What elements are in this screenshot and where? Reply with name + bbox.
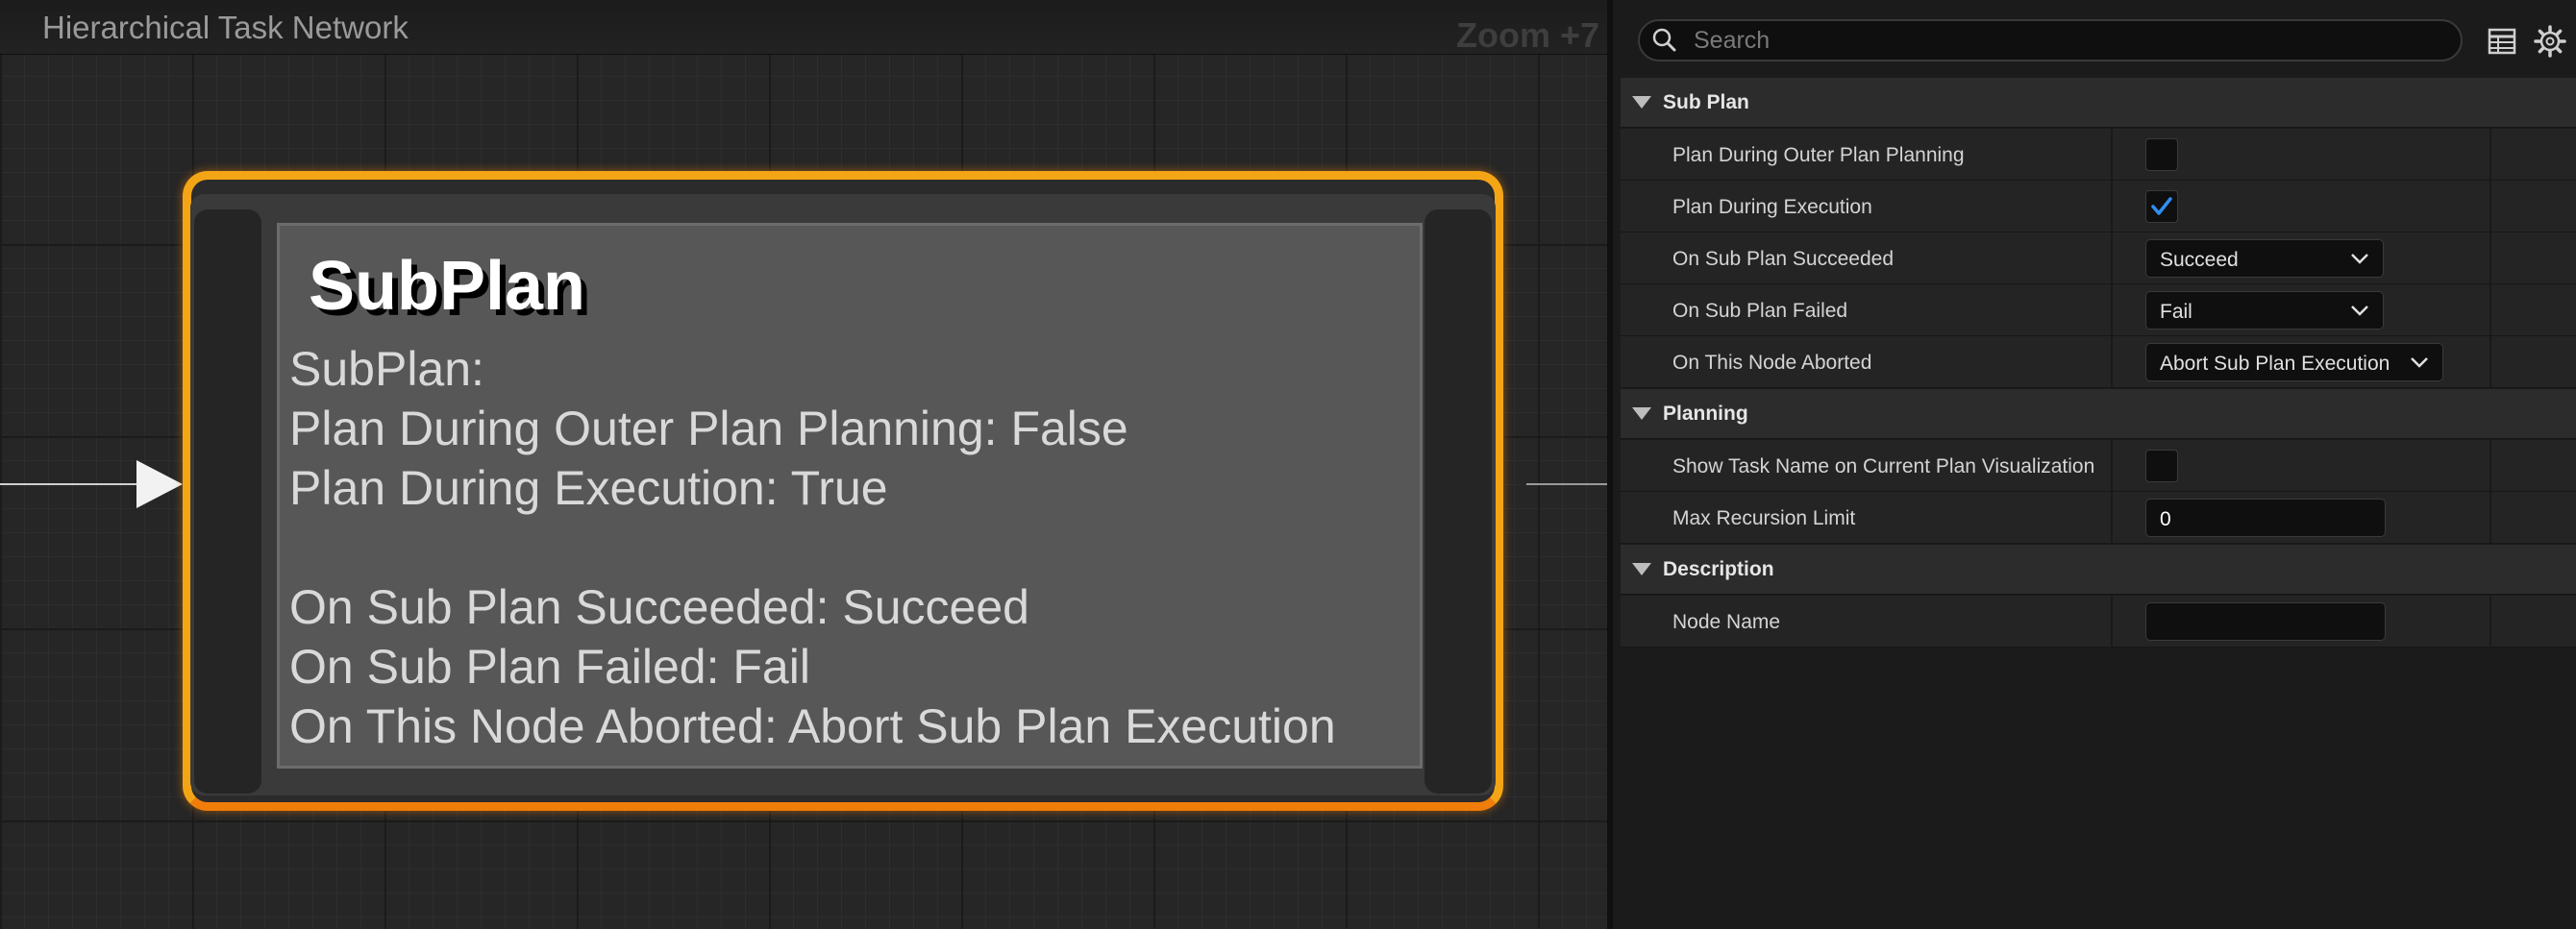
property-label: Node Name — [1672, 611, 1781, 633]
zoom-level-label: Zoom +7 — [1455, 15, 1599, 55]
max-recursion-limit-input[interactable]: 0 — [2145, 499, 2386, 537]
column-splitter — [2489, 232, 2491, 283]
gear-icon[interactable] — [2532, 23, 2568, 60]
dropdown-value: Abort Sub Plan Execution — [2160, 353, 2390, 375]
plan-during-outer-plan-planning-checkbox[interactable] — [2145, 138, 2178, 171]
property-on-sub-plan-failed: On Sub Plan Failed Fail — [1621, 284, 2576, 336]
input-pin-column[interactable] — [194, 209, 261, 794]
property-label: Plan During Execution — [1672, 196, 1872, 218]
plan-during-execution-checkbox[interactable] — [2145, 190, 2178, 223]
property-plan-during-outer-plan-planning: Plan During Outer Plan Planning — [1621, 129, 2576, 181]
node-line-execution: Plan During Execution: True — [289, 461, 888, 515]
column-splitter[interactable] — [2111, 492, 2113, 543]
collapse-arrow-icon[interactable] — [1632, 407, 1651, 420]
category-description[interactable]: Description — [1621, 545, 2576, 595]
property-label: Max Recursion Limit — [1672, 507, 1856, 529]
column-splitter — [2489, 129, 2491, 180]
chevron-down-icon — [2411, 357, 2428, 368]
column-splitter[interactable] — [2111, 284, 2113, 335]
show-task-name-checkbox[interactable] — [2145, 450, 2178, 482]
chevron-down-icon — [2351, 306, 2368, 316]
search-placeholder: Search — [1694, 27, 1771, 54]
column-splitter — [2489, 284, 2491, 335]
on-sub-plan-failed-dropdown[interactable]: Fail — [2145, 291, 2384, 330]
column-splitter — [2489, 492, 2491, 543]
on-this-node-aborted-dropdown[interactable]: Abort Sub Plan Execution — [2145, 343, 2443, 381]
property-show-task-name: Show Task Name on Current Plan Visualiza… — [1621, 440, 2576, 492]
category-label: Planning — [1663, 403, 1748, 425]
node-line-aborted: On This Node Aborted: Abort Sub Plan Exe… — [289, 699, 1336, 753]
column-splitter[interactable] — [2111, 232, 2113, 283]
property-node-name: Node Name — [1621, 596, 2576, 648]
category-sub-plan[interactable]: Sub Plan — [1621, 78, 2576, 128]
graph-editor-canvas[interactable]: Hierarchical Task Network Zoom +7 SubPla… — [0, 0, 1607, 929]
node-line-failed: On Sub Plan Failed: Fail — [289, 640, 810, 694]
property-on-sub-plan-succeeded: On Sub Plan Succeeded Succeed — [1621, 232, 2576, 284]
input-value: 0 — [2160, 508, 2171, 530]
column-splitter[interactable] — [2111, 336, 2113, 387]
input-pin-arrow-icon[interactable] — [136, 460, 183, 508]
search-icon — [1652, 28, 1676, 52]
column-splitter[interactable] — [2111, 440, 2113, 491]
property-plan-during-execution: Plan During Execution — [1621, 181, 2576, 232]
output-pin-column[interactable] — [1424, 209, 1492, 794]
node-title: SubPlan — [309, 248, 586, 325]
graph-header: Hierarchical Task Network Zoom +7 — [0, 0, 1607, 55]
node-body: SubPlan SubPlan: Plan During Outer Plan … — [190, 194, 1496, 795]
property-label: On This Node Aborted — [1672, 352, 1872, 374]
node-line-succeeded: On Sub Plan Succeeded: Succeed — [289, 580, 1029, 634]
property-label: On Sub Plan Succeeded — [1672, 248, 1894, 270]
chevron-down-icon — [2351, 254, 2368, 264]
column-splitter[interactable] — [2111, 129, 2113, 180]
search-input[interactable]: Search — [1638, 19, 2463, 61]
details-panel: Search Sub Plan Plan During Outer Plan P… — [1607, 0, 2576, 929]
property-label: On Sub Plan Failed — [1672, 300, 1848, 322]
category-label: Sub Plan — [1663, 91, 1749, 113]
dropdown-value: Succeed — [2160, 249, 2239, 271]
node-line-outer-plan: Plan During Outer Plan Planning: False — [289, 402, 1128, 455]
dropdown-value: Fail — [2160, 301, 2192, 323]
table-view-icon[interactable] — [2484, 23, 2520, 60]
column-splitter — [2489, 440, 2491, 491]
input-wire — [0, 483, 144, 485]
category-label: Description — [1663, 558, 1774, 580]
output-wire — [1526, 483, 1607, 485]
category-planning[interactable]: Planning — [1621, 389, 2576, 439]
property-on-this-node-aborted: On This Node Aborted Abort Sub Plan Exec… — [1621, 336, 2576, 388]
property-label: Plan During Outer Plan Planning — [1672, 144, 1965, 166]
collapse-arrow-icon[interactable] — [1632, 563, 1651, 575]
checkmark-icon — [2151, 197, 2172, 215]
column-splitter — [2489, 181, 2491, 232]
on-sub-plan-succeeded-dropdown[interactable]: Succeed — [2145, 239, 2384, 278]
column-splitter — [2489, 336, 2491, 387]
column-splitter[interactable] — [2111, 596, 2113, 647]
node-name-input[interactable] — [2145, 602, 2386, 641]
graph-title: Hierarchical Task Network — [42, 10, 409, 45]
collapse-arrow-icon[interactable] — [1632, 96, 1651, 109]
node-content-panel: SubPlan SubPlan: Plan During Outer Plan … — [277, 223, 1423, 769]
node-line-header: SubPlan: — [289, 342, 484, 396]
column-splitter[interactable] — [2111, 181, 2113, 232]
property-label: Show Task Name on Current Plan Visualiza… — [1672, 455, 2095, 477]
subplan-node[interactable]: SubPlan SubPlan: Plan During Outer Plan … — [183, 171, 1503, 811]
column-splitter — [2489, 596, 2491, 647]
property-max-recursion-limit: Max Recursion Limit 0 — [1621, 492, 2576, 544]
